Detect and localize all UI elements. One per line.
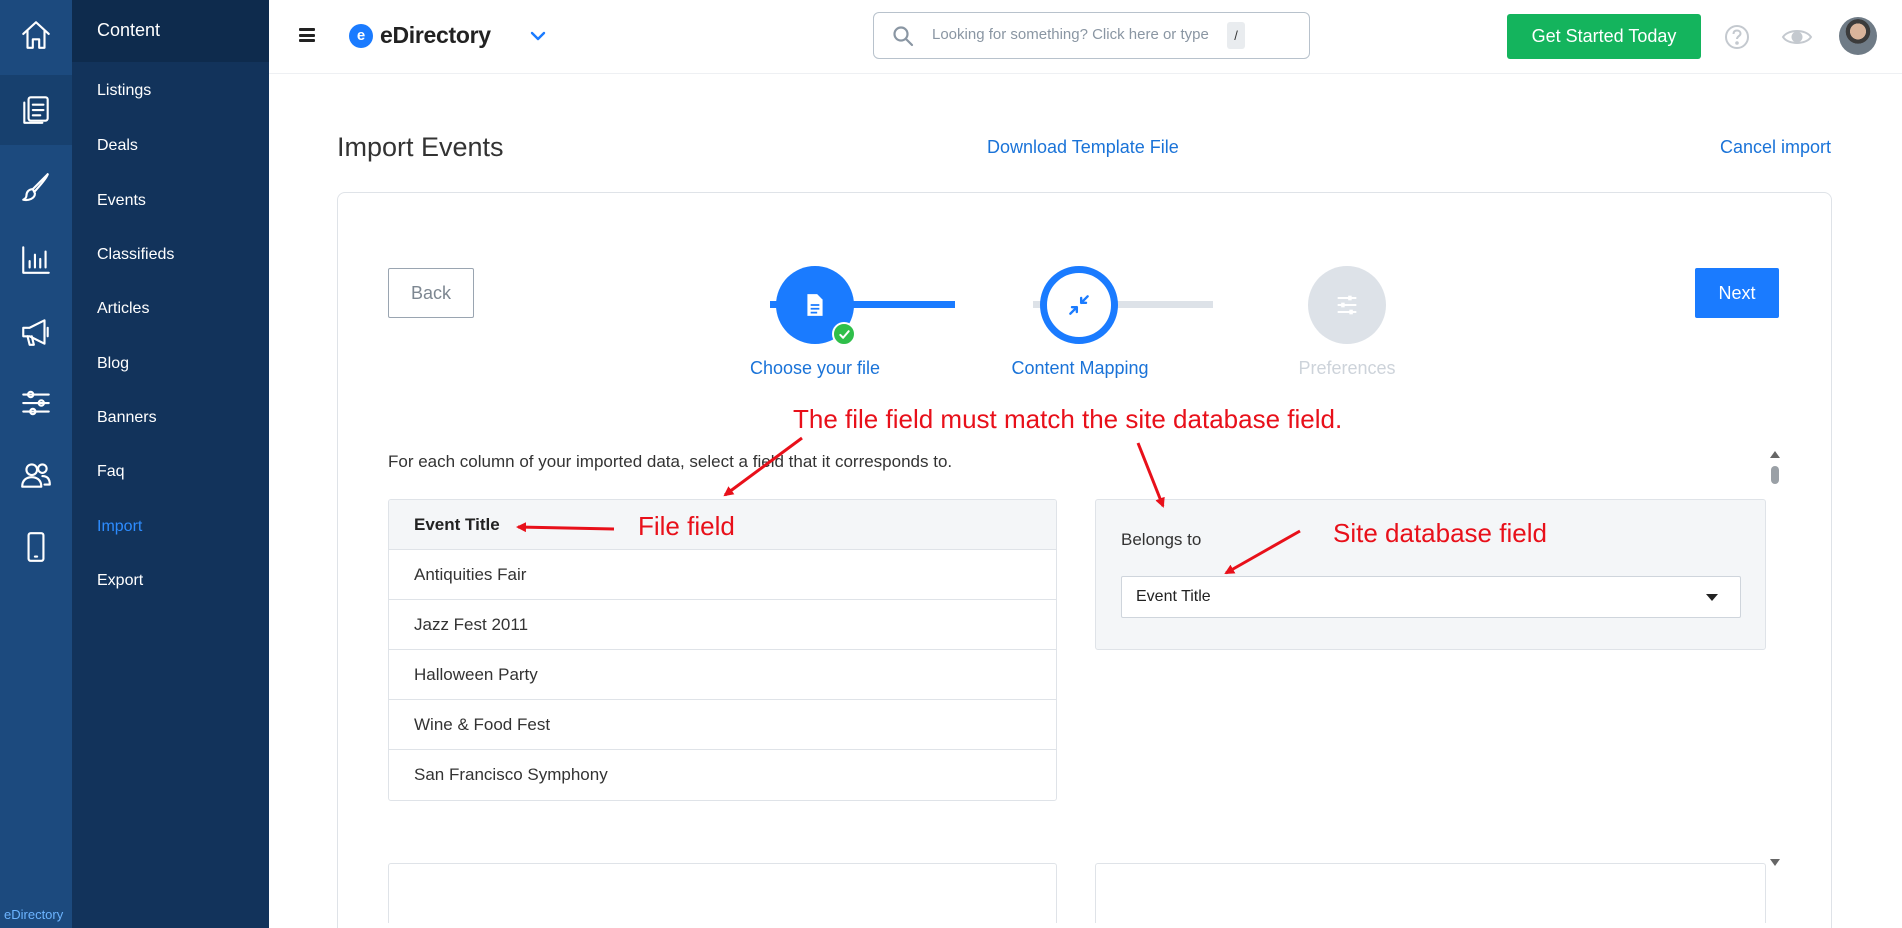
rail-footer-brand: eDirectory — [4, 907, 64, 922]
brand-logo[interactable]: e eDirectory — [349, 22, 491, 49]
search-box[interactable]: / — [873, 12, 1310, 59]
logo-text: eDirectory — [380, 22, 491, 48]
promote-icon — [22, 319, 49, 346]
users-icon — [21, 463, 51, 488]
search-icon — [892, 25, 914, 47]
scroll-up-arrow-icon[interactable] — [1770, 451, 1780, 458]
file-value-row: Antiquities Fair — [389, 550, 1056, 600]
menu-item-articles[interactable]: Articles — [97, 300, 149, 318]
menu-item-blog[interactable]: Blog — [97, 355, 129, 373]
rail-reports[interactable] — [0, 225, 72, 295]
rail-promote[interactable] — [0, 297, 72, 367]
belongs-to-label: Belongs to — [1121, 530, 1202, 549]
next-button[interactable]: Next — [1695, 268, 1779, 318]
home-icon — [22, 21, 50, 49]
step-label-choose-file: Choose your file — [749, 358, 881, 378]
preview-eye-icon[interactable] — [1781, 25, 1813, 49]
step-preferences[interactable] — [1308, 266, 1386, 344]
settings-icon — [22, 390, 50, 416]
search-shortcut-key: / — [1227, 22, 1245, 49]
back-button[interactable]: Back — [388, 268, 474, 318]
step-label-content-mapping: Content Mapping — [1011, 358, 1149, 378]
menu-item-import[interactable]: Import — [97, 518, 142, 536]
compress-arrows-icon — [1069, 295, 1089, 315]
rail-home[interactable] — [0, 0, 72, 70]
content-menu: Content Listings Deals Events Classified… — [72, 0, 269, 928]
mobile-icon — [27, 532, 45, 562]
page-title: Import Events — [337, 132, 504, 162]
rail-users[interactable] — [0, 440, 72, 510]
cancel-import-link[interactable]: Cancel import — [1720, 137, 1831, 158]
menu-header: Content — [72, 0, 269, 62]
sliders-icon — [1337, 295, 1357, 315]
search-input[interactable] — [932, 26, 1232, 43]
rail-content[interactable] — [0, 75, 72, 145]
menu-item-classifieds[interactable]: Classifieds — [97, 246, 174, 264]
design-icon — [22, 173, 49, 202]
menu-item-listings[interactable]: Listings — [97, 82, 151, 100]
menu-item-export[interactable]: Export — [97, 572, 143, 590]
file-value-row: San Francisco Symphony — [414, 765, 608, 784]
rail-settings[interactable] — [0, 368, 72, 438]
import-wizard-card: Back Next Choose your file Content Mappi… — [337, 192, 1832, 928]
scrollbar-thumb[interactable] — [1771, 466, 1779, 484]
scroll-down-arrow-icon[interactable] — [1770, 859, 1780, 866]
logo-mark: e — [349, 23, 373, 48]
help-icon[interactable] — [1724, 24, 1750, 50]
file-value-row: Wine & Food Fest — [389, 700, 1056, 750]
rail-design[interactable] — [0, 152, 72, 222]
icon-rail: eDirectory — [0, 0, 72, 928]
file-icon — [807, 294, 823, 316]
database-field-select[interactable]: Event Title — [1121, 576, 1741, 618]
menu-item-events[interactable]: Events — [97, 192, 146, 210]
file-field-table: Event Title Antiquities Fair Jazz Fest 2… — [388, 499, 1057, 801]
menu-item-deals[interactable]: Deals — [97, 137, 138, 155]
menu-item-banners[interactable]: Banners — [97, 409, 157, 427]
next-belongs-to-panel — [1095, 863, 1766, 923]
mapping-instructions: For each column of your imported data, s… — [388, 452, 953, 471]
download-template-link[interactable]: Download Template File — [987, 137, 1179, 158]
get-started-button[interactable]: Get Started Today — [1507, 14, 1701, 59]
step-content-mapping[interactable] — [1040, 266, 1118, 344]
menu-item-faq[interactable]: Faq — [97, 463, 125, 481]
next-file-field-table — [388, 863, 1057, 923]
step-complete-check-icon — [832, 322, 856, 346]
top-bar: e eDirectory / Get Started Today — [269, 0, 1902, 74]
step-label-preferences: Preferences — [1298, 358, 1396, 378]
annotation-main: The file field must match the site datab… — [793, 404, 1343, 434]
content-icon — [23, 96, 49, 124]
file-value-row: Jazz Fest 2011 — [389, 600, 1056, 650]
hamburger-menu-icon[interactable] — [299, 28, 315, 42]
annotation-file-field: File field — [638, 511, 735, 541]
site-switcher-chevron-icon[interactable] — [528, 26, 548, 46]
reports-icon — [22, 246, 50, 274]
user-avatar[interactable] — [1839, 17, 1877, 55]
annotation-db-field: Site database field — [1333, 518, 1547, 548]
selected-field-value: Event Title — [1136, 588, 1211, 605]
rail-mobile[interactable] — [0, 512, 72, 582]
caret-down-icon — [1706, 594, 1718, 601]
file-value-row: Halloween Party — [389, 650, 1056, 700]
